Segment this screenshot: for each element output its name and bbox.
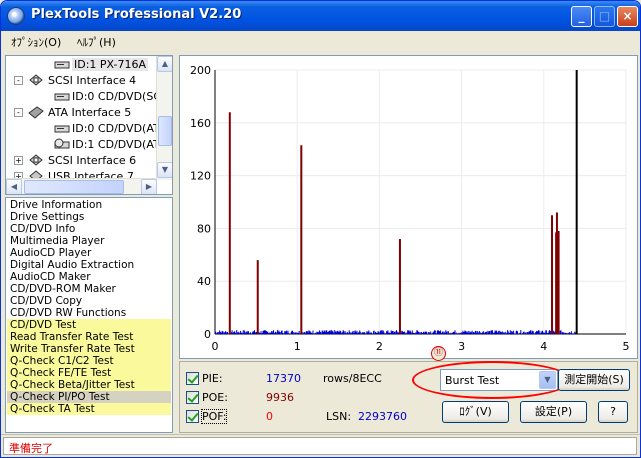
function-item[interactable]: Read Transfer Rate Test (7, 331, 171, 343)
y-tick-label: 0 (204, 328, 211, 341)
x-tick-label: 0 (212, 340, 219, 353)
minimize-button[interactable]: _ (571, 6, 592, 27)
pie-unit: rows/8ECC (323, 372, 382, 385)
log-button[interactable]: ﾛｸﾞ(V) (442, 401, 509, 423)
tree-item-label: SCSI Interface 4 (48, 74, 137, 87)
pie-value: 17370 (266, 372, 301, 385)
scroll-up-icon[interactable]: ▲ (157, 56, 172, 72)
window-title: PlexTools Professional V2.20 (31, 7, 242, 22)
tree-collapse-toggle[interactable]: - (14, 76, 23, 85)
pie-checkbox[interactable] (186, 372, 199, 385)
plextools-app-icon (7, 7, 25, 25)
help-button[interactable]: ? (598, 401, 628, 423)
status-box: 準備完了 (3, 437, 637, 455)
tree-item-label: ATA Interface 5 (48, 106, 132, 119)
tree-item-label: ID:1 PX-716A (72, 58, 149, 71)
menu-options[interactable]: ｵﾌﾟｼｮﾝ(O) (11, 34, 61, 50)
device-tree[interactable]: ID:1 PX-716A - SCSI Interface 4 ID:0 CD/… (5, 55, 173, 195)
function-item-selected[interactable]: Q-Check PI/PO Test (7, 391, 171, 403)
cd-drive-icon (54, 93, 70, 101)
y-tick-label: 40 (197, 275, 211, 288)
pie-label: PIE: (202, 372, 223, 385)
x-tick-label: 5 (623, 340, 630, 353)
tree-collapse-toggle[interactable]: - (14, 108, 23, 117)
cd-disc-drive-icon (54, 138, 70, 149)
menu-help[interactable]: ﾍﾙﾌﾟ(H) (77, 34, 116, 50)
tree-item-label: ID:0 CD/DVD(AT. (72, 122, 162, 135)
function-item[interactable]: Q-Check Beta/Jitter Test (7, 379, 171, 391)
tree-vertical-scrollbar[interactable]: ▲ ▼ (156, 56, 172, 180)
pof-value: 0 (266, 410, 273, 423)
function-item[interactable]: CD/DVD-ROM Maker (7, 283, 171, 295)
tree-horizontal-scrollbar[interactable]: ◀ ▶ (6, 178, 157, 194)
function-list[interactable]: Drive Information Drive Settings CD/DVD … (5, 197, 173, 433)
scroll-right-icon[interactable]: ▶ (141, 179, 157, 194)
function-item[interactable]: CD/DVD Info (7, 223, 171, 235)
maximize-button[interactable]: □ (594, 6, 615, 27)
pi-error-series (214, 330, 577, 334)
status-text: 準備完了 (9, 442, 53, 455)
function-item[interactable]: CD/DVD Test (7, 319, 171, 331)
function-item[interactable]: CD/DVD Copy (7, 295, 171, 307)
cd-drive-icon (54, 61, 70, 69)
function-item[interactable]: Drive Settings (7, 211, 171, 223)
annotation-number: ⑪ (431, 346, 446, 361)
ata-interface-icon (28, 106, 44, 119)
title-bar[interactable]: PlexTools Professional V2.20 _ □ × (1, 1, 640, 31)
poe-label: POE: (202, 391, 228, 404)
scroll-thumb[interactable] (158, 116, 172, 146)
tree-expand-toggle[interactable]: + (14, 156, 23, 165)
lsn-label: LSN: (326, 410, 352, 423)
tree-item-label: ID:0 CD/DVD(SC (72, 90, 161, 103)
poe-checkbox[interactable] (186, 391, 199, 404)
function-item[interactable]: Write Transfer Rate Test (7, 343, 171, 355)
scroll-left-icon[interactable]: ◀ (6, 179, 22, 194)
function-item[interactable]: Q-Check C1/C2 Test (7, 355, 171, 367)
y-tick-label: 120 (190, 170, 211, 183)
y-tick-label: 80 (197, 222, 211, 235)
tree-item-label: ID:1 CD/DVD(AT. (72, 138, 162, 151)
scroll-thumb[interactable] (24, 180, 124, 194)
x-tick-label: 4 (540, 340, 547, 353)
x-tick-label: 3 (458, 340, 465, 353)
function-item[interactable]: Multimedia Player (7, 235, 171, 247)
pof-checkbox[interactable] (186, 410, 199, 423)
lsn-value: 2293760 (358, 410, 407, 423)
pipo-chart: 0 1 2 3 4 5 0 40 80 120 160 200 (190, 64, 630, 353)
app-window: PlexTools Professional V2.20 _ □ × ｵﾌﾟｼｮ… (0, 0, 641, 458)
x-tick-label: 1 (294, 340, 301, 353)
tree-item-label: SCSI Interface 6 (48, 154, 137, 167)
pof-label: POF: (200, 409, 228, 424)
annotation-highlight-circle (412, 361, 572, 399)
y-tick-label: 160 (190, 117, 211, 130)
pipo-chart-frame: 0 1 2 3 4 5 0 40 80 120 160 200 (179, 55, 638, 359)
function-item[interactable]: Q-Check TA Test (7, 403, 171, 415)
function-item[interactable]: AudioCD Maker (7, 271, 171, 283)
start-measurement-button[interactable]: 測定開始(S) (558, 369, 630, 391)
y-tick-label: 200 (190, 64, 211, 77)
scsi-interface-icon (29, 154, 43, 166)
function-item[interactable]: AudioCD Player (7, 247, 171, 259)
status-bar: 準備完了 (1, 434, 640, 457)
scsi-interface-icon (29, 74, 43, 86)
function-item[interactable]: Drive Information (7, 199, 171, 211)
menu-bar: ｵﾌﾟｼｮﾝ(O) ﾍﾙﾌﾟ(H) (1, 31, 640, 51)
poe-value: 9936 (266, 391, 294, 404)
cd-drive-icon (54, 125, 70, 133)
function-item[interactable]: CD/DVD RW Functions (7, 307, 171, 319)
function-item[interactable]: Q-Check FE/TE Test (7, 367, 171, 379)
x-tick-label: 2 (376, 340, 383, 353)
function-item[interactable]: Digital Audio Extraction (7, 259, 171, 271)
settings-button[interactable]: 設定(P) (520, 401, 587, 423)
close-button[interactable]: × (617, 6, 638, 27)
scroll-down-icon[interactable]: ▼ (157, 162, 172, 178)
